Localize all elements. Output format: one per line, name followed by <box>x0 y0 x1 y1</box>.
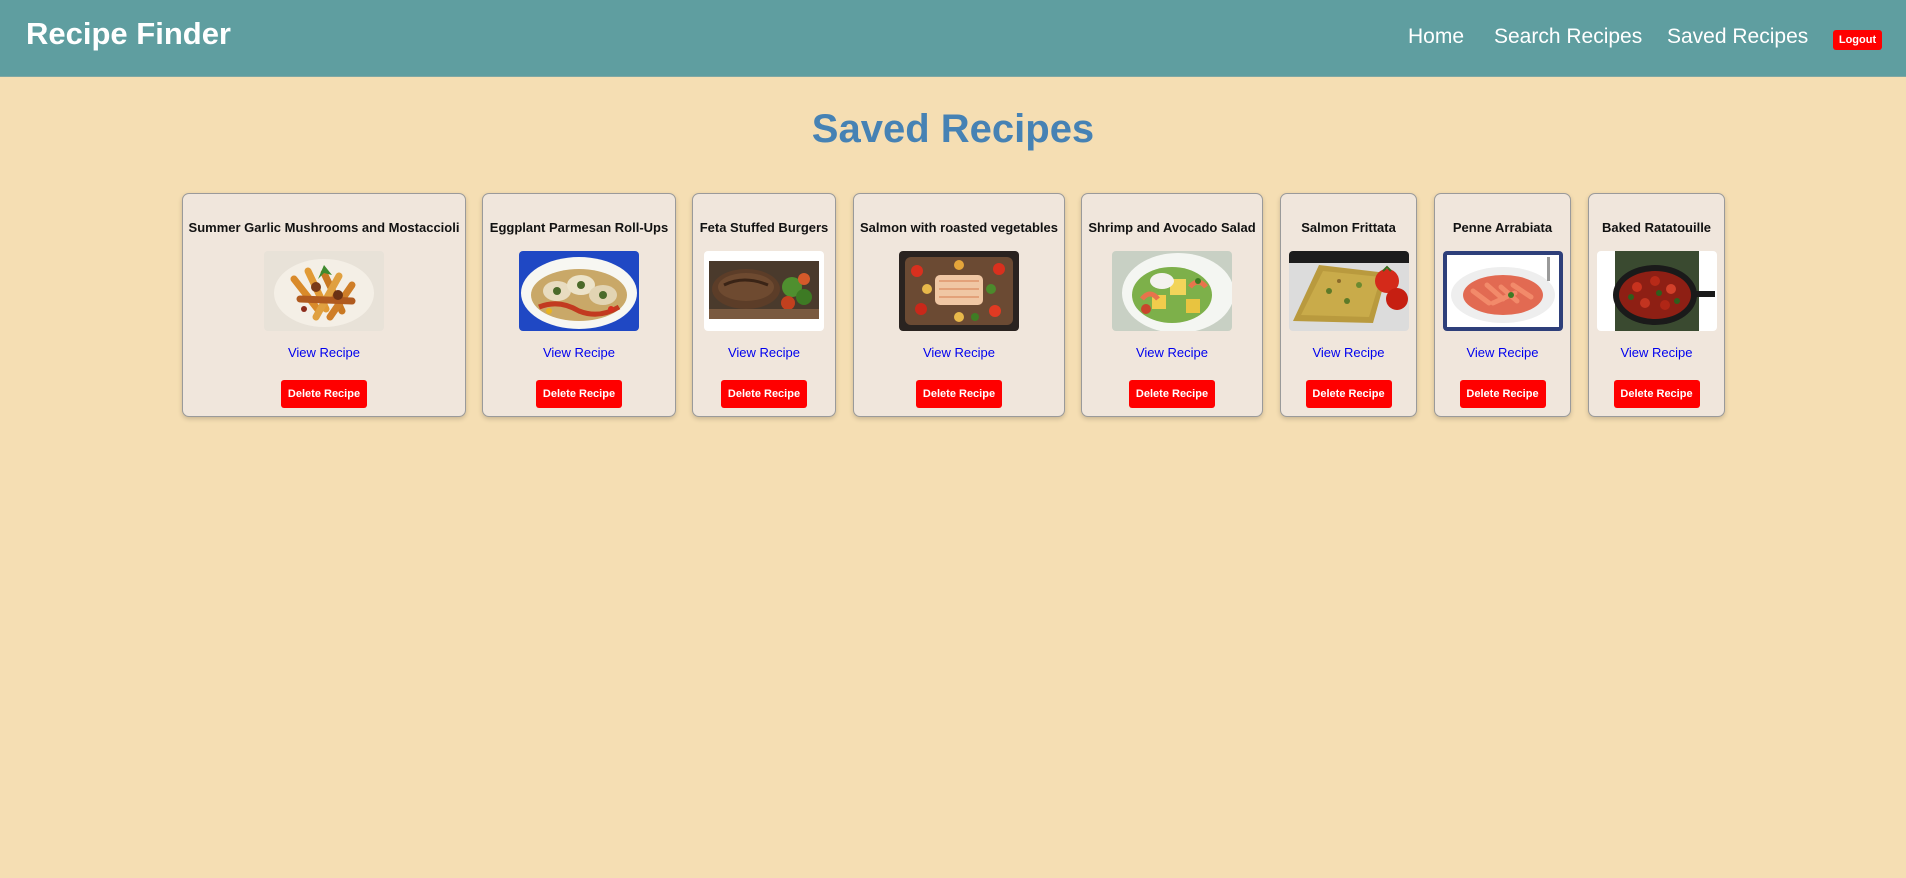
delete-recipe-button[interactable]: Delete Recipe <box>1129 380 1215 408</box>
view-recipe-link[interactable]: View Recipe <box>1082 345 1262 360</box>
recipe-title: Penne Arrabiata <box>1452 220 1553 235</box>
recipe-title: Summer Garlic Mushrooms and Mostaccioli <box>188 220 460 235</box>
recipe-image <box>1596 251 1717 331</box>
top-navbar: Recipe Finder Home Search Recipes Saved … <box>0 0 1906 77</box>
recipe-title: Baked Ratatouille <box>1601 220 1712 235</box>
recipe-title: Salmon Frittata <box>1301 220 1396 235</box>
view-recipe-link[interactable]: View Recipe <box>854 345 1064 360</box>
recipe-card: Eggplant Parmesan Roll-Ups View Recipe D… <box>482 193 676 417</box>
recipe-image <box>1442 251 1563 331</box>
recipe-title: Feta Stuffed Burgers <box>699 220 829 235</box>
recipe-image <box>899 251 1019 331</box>
view-recipe-link[interactable]: View Recipe <box>1589 345 1724 360</box>
page-title: Saved Recipes <box>811 107 1095 151</box>
recipe-image <box>1112 251 1232 331</box>
view-recipe-link[interactable]: View Recipe <box>1281 345 1416 360</box>
recipe-title: Shrimp and Avocado Salad <box>1088 220 1256 235</box>
recipe-image <box>519 251 639 331</box>
delete-recipe-button[interactable]: Delete Recipe <box>281 380 367 408</box>
recipe-image <box>1288 251 1409 331</box>
recipe-card: Baked Ratatouille View Recipe Delete Rec… <box>1588 193 1725 417</box>
delete-recipe-button[interactable]: Delete Recipe <box>1459 380 1546 408</box>
view-recipe-link[interactable]: View Recipe <box>483 345 675 360</box>
recipe-card: Salmon Frittata View Recipe Delete Recip… <box>1280 193 1417 417</box>
delete-recipe-button[interactable]: Delete Recipe <box>916 380 1002 408</box>
nav-home[interactable]: Home <box>1408 25 1464 49</box>
recipe-card: Salmon with roasted vegetables View Reci… <box>853 193 1065 417</box>
delete-recipe-button[interactable]: Delete Recipe <box>536 380 622 408</box>
nav-search-recipes[interactable]: Search Recipes <box>1494 25 1642 49</box>
recipe-card: Penne Arrabiata View Recipe Delete Recip… <box>1434 193 1571 417</box>
recipe-image <box>704 251 824 331</box>
recipe-image <box>264 251 384 331</box>
recipe-card: Summer Garlic Mushrooms and Mostaccioli <box>182 193 466 417</box>
delete-recipe-button[interactable]: Delete Recipe <box>1305 380 1392 408</box>
delete-recipe-button[interactable]: Delete Recipe <box>721 380 807 408</box>
app-title: Recipe Finder <box>26 16 231 51</box>
nav-saved-recipes[interactable]: Saved Recipes <box>1667 25 1808 49</box>
recipe-card: Feta Stuffed Burgers View Recipe Delete … <box>692 193 836 417</box>
view-recipe-link[interactable]: View Recipe <box>693 345 835 360</box>
view-recipe-link[interactable]: View Recipe <box>1435 345 1570 360</box>
logout-button[interactable]: Logout <box>1833 30 1882 50</box>
recipe-title: Salmon with roasted vegetables <box>860 220 1058 235</box>
recipe-card: Shrimp and Avocado Salad View Recipe Del… <box>1081 193 1263 417</box>
recipe-title: Eggplant Parmesan Roll-Ups <box>489 220 669 235</box>
delete-recipe-button[interactable]: Delete Recipe <box>1613 380 1700 408</box>
view-recipe-link[interactable]: View Recipe <box>183 345 465 360</box>
